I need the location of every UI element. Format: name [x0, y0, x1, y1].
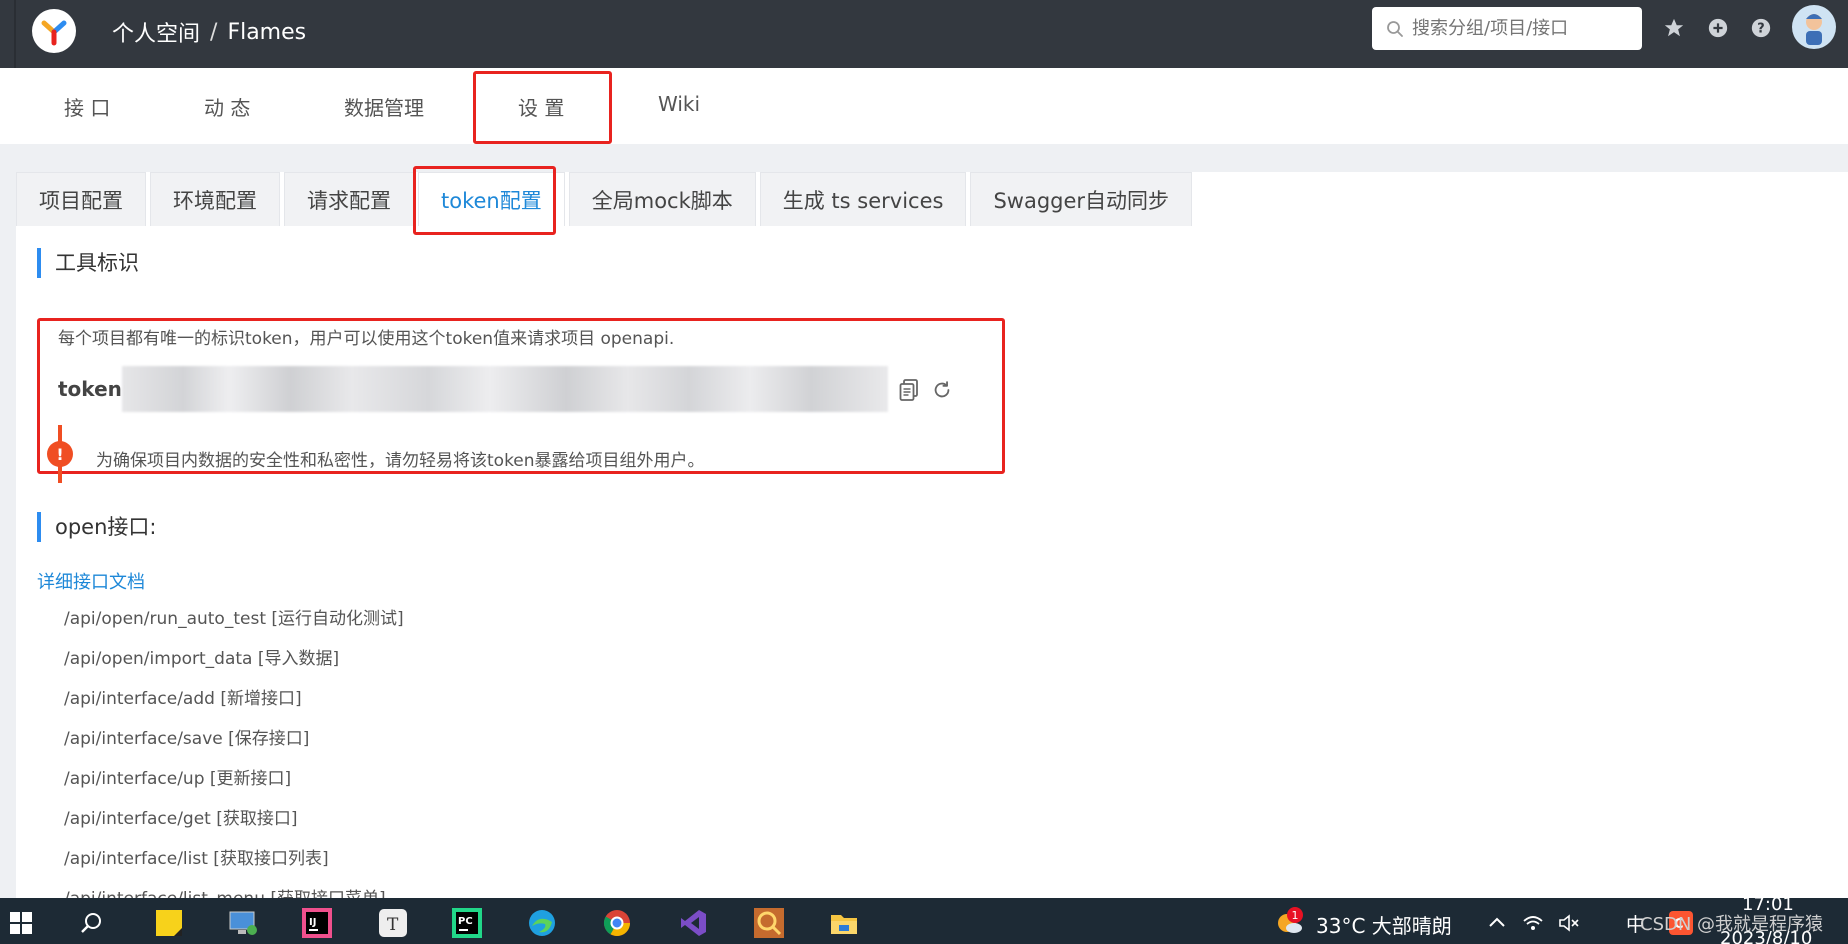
refresh-icon[interactable] — [930, 378, 954, 402]
search-input[interactable] — [1412, 18, 1632, 39]
pycharm-icon[interactable]: PC — [450, 906, 484, 940]
token-tab-highlight-box — [413, 166, 556, 235]
svg-text:PC: PC — [458, 916, 473, 927]
breadcrumb-project[interactable]: Flames — [227, 20, 306, 45]
token-label: token: — [58, 377, 130, 401]
breadcrumb: 个人空间 / Flames — [112, 16, 306, 48]
project-nav: 接 口 动 态 数据管理 设 置 Wiki — [0, 68, 1848, 144]
list-item: /api/interface/add [新增接口] — [64, 689, 302, 709]
volume-muted-icon[interactable] — [1552, 906, 1586, 940]
list-item: /api/interface/up [更新接口] — [64, 769, 292, 789]
add-circle-icon[interactable] — [1706, 16, 1730, 40]
tab-swagger-sync[interactable]: Swagger自动同步 — [970, 172, 1193, 226]
settings-subtabs: 项目配置 环境配置 请求配置 token配置 全局mock脚本 生成 ts se… — [16, 172, 1193, 226]
avatar-icon — [1806, 14, 1822, 45]
wifi-icon[interactable] — [1516, 906, 1550, 940]
token-description: 每个项目都有唯一的标识token，用户可以使用这个token值来请求项目 ope… — [58, 329, 675, 349]
svg-text:IJ: IJ — [309, 917, 316, 928]
weather-text[interactable]: 33°C 大部晴朗 — [1316, 910, 1452, 939]
edge-browser-icon[interactable] — [525, 906, 559, 940]
chrome-browser-icon[interactable] — [600, 906, 634, 940]
star-icon[interactable] — [1662, 16, 1686, 40]
windows-start-icon[interactable] — [4, 906, 38, 940]
remote-desktop-icon[interactable] — [226, 906, 260, 940]
svg-text:?: ? — [1757, 22, 1764, 37]
user-avatar[interactable] — [1792, 5, 1836, 49]
visual-studio-icon[interactable] — [676, 906, 710, 940]
api-doc-link[interactable]: 详细接口文档 — [37, 568, 145, 594]
app-logo[interactable] — [32, 9, 76, 53]
search-box[interactable] — [1372, 7, 1642, 50]
chevron-up-icon[interactable] — [1480, 906, 1514, 940]
list-item: /api/open/run_auto_test [运行自动化测试] — [64, 609, 404, 629]
breadcrumb-separator: / — [210, 19, 218, 45]
breadcrumb-home[interactable]: 个人空间 — [112, 16, 200, 48]
tab-env-config[interactable]: 环境配置 — [150, 172, 280, 226]
intellij-icon[interactable]: IJ — [300, 906, 334, 940]
nav-activity[interactable]: 动 态 — [204, 92, 250, 121]
app-search-icon[interactable] — [752, 906, 786, 940]
top-header: 个人空间 / Flames ? — [0, 0, 1848, 68]
list-item: /api/interface/list [获取接口列表] — [64, 849, 329, 869]
settings-highlight-box — [473, 71, 612, 144]
token-value-blurred — [122, 366, 888, 412]
file-explorer-icon[interactable] — [827, 906, 861, 940]
search-icon — [1387, 20, 1403, 37]
nav-wiki[interactable]: Wiki — [658, 92, 700, 116]
clock-time[interactable]: 17:01 — [1742, 898, 1794, 915]
sticky-notes-icon[interactable] — [152, 906, 186, 940]
header-divider — [14, 0, 16, 68]
yapi-logo-icon — [41, 20, 67, 46]
open-api-section-title: open接口: — [37, 512, 156, 542]
copy-icon[interactable] — [897, 378, 921, 402]
open-api-list: /api/open/run_auto_test [运行自动化测试] /api/o… — [64, 607, 404, 927]
nav-interface[interactable]: 接 口 — [64, 92, 110, 121]
tab-project-config[interactable]: 项目配置 — [16, 172, 146, 226]
list-item: /api/interface/get [获取接口] — [64, 809, 298, 829]
token-section-title: 工具标识 — [37, 248, 139, 278]
tab-ts-services[interactable]: 生成 ts services — [759, 172, 967, 226]
clock-date[interactable]: 2023/8/10 — [1720, 928, 1812, 944]
list-item: /api/interface/save [保存接口] — [64, 729, 310, 749]
list-item: /api/open/import_data [导入数据] — [64, 649, 340, 669]
typora-icon[interactable]: T — [376, 906, 410, 940]
search-taskbar-icon[interactable] — [74, 906, 108, 940]
tab-global-mock[interactable]: 全局mock脚本 — [568, 172, 756, 226]
weather-badge: 1 — [1287, 907, 1303, 923]
nav-data-management[interactable]: 数据管理 — [344, 92, 424, 121]
help-icon[interactable]: ? — [1749, 16, 1773, 40]
token-warning-text: 为确保项目内数据的安全性和私密性，请勿轻易将该token暴露给项目组外用户。 — [96, 451, 705, 471]
svg-text:T: T — [387, 915, 399, 935]
tab-request-config[interactable]: 请求配置 — [284, 172, 414, 226]
warning-icon: ! — [47, 441, 73, 467]
os-taskbar: IJ T PC 1 33°C 大部晴朗 中 C CSDN @我就是程序猿 17:… — [0, 898, 1848, 944]
